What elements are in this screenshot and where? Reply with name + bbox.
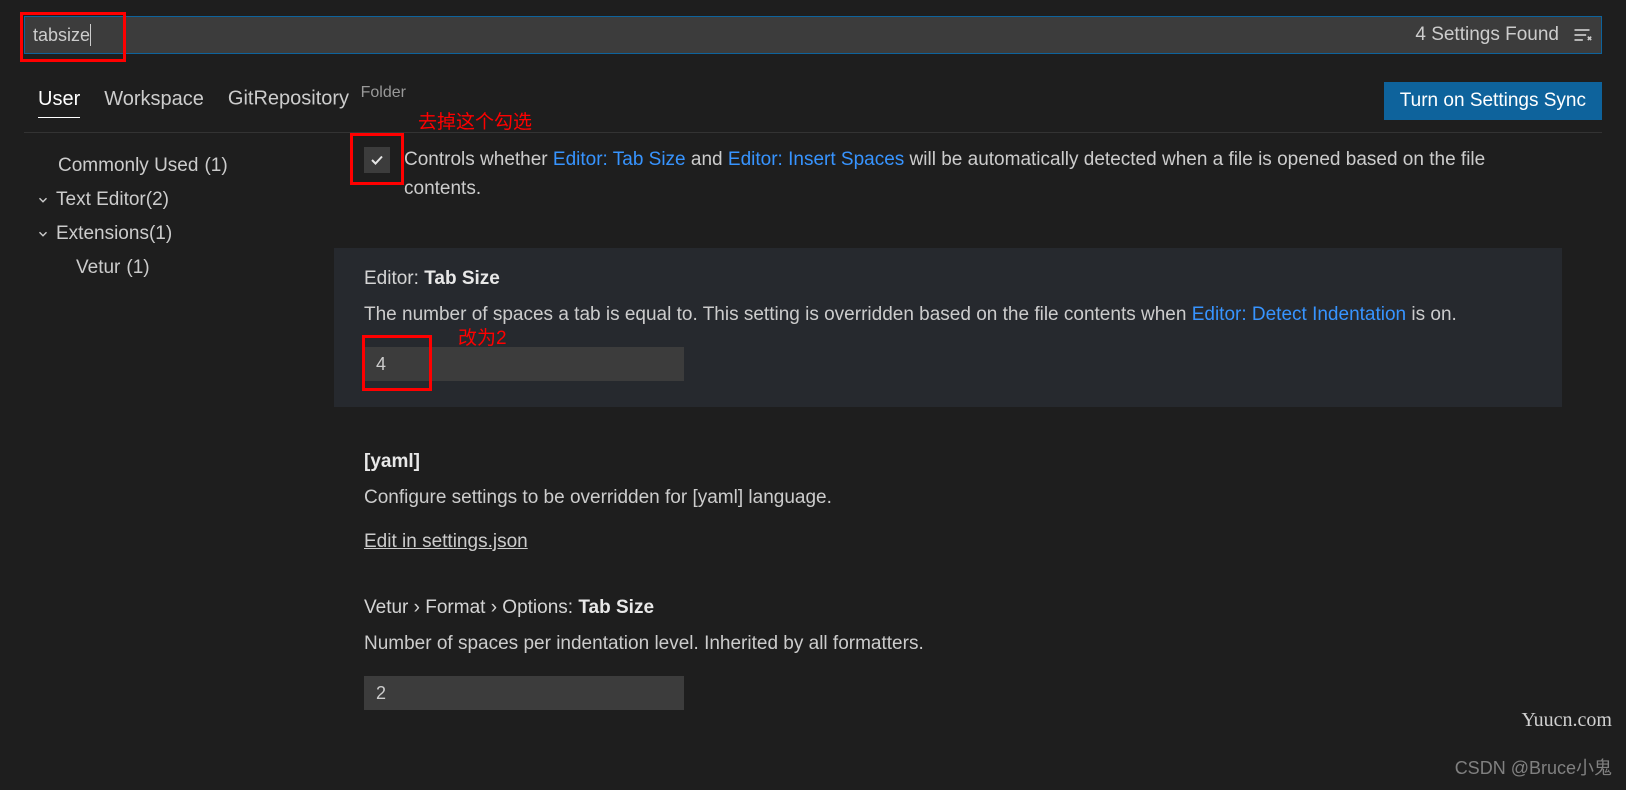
watermark-csdn: CSDN @Bruce小鬼	[1455, 754, 1612, 780]
link-editor-tab-size[interactable]: Editor: Tab Size	[553, 149, 686, 170]
settings-body: Commonly Used (1) Text Editor (2) Extens…	[24, 132, 1602, 790]
tab-size-input[interactable]	[364, 347, 684, 381]
setting-detect-indentation: Controls whether Editor: Tab Size and Ed…	[334, 145, 1562, 204]
text: Controls whether	[404, 149, 553, 170]
setting-yaml-language: [yaml] Configure settings to be overridd…	[334, 451, 1562, 552]
tab-folder-scope: Folder	[361, 84, 406, 101]
watermark-yuucn: Yuucn.com	[1521, 709, 1612, 732]
tab-folder[interactable]: GitRepository Folder	[228, 84, 406, 117]
checkmark-icon	[369, 152, 385, 168]
settings-list[interactable]: Controls whether Editor: Tab Size and Ed…	[324, 133, 1602, 790]
settings-sync-button[interactable]: Turn on Settings Sync	[1384, 82, 1602, 120]
link-editor-insert-spaces[interactable]: Editor: Insert Spaces	[728, 149, 904, 170]
setting-editor-tab-size: Editor: Tab Size The number of spaces a …	[334, 248, 1562, 407]
setting-title: Editor: Tab Size	[364, 268, 1532, 290]
setting-description: Configure settings to be overridden for …	[364, 483, 1532, 512]
search-result-count: 4 Settings Found	[1403, 24, 1571, 46]
edit-in-settings-json-link[interactable]: Edit in settings.json	[364, 531, 528, 552]
tab-workspace[interactable]: Workspace	[104, 88, 204, 117]
tabs-row: User Workspace GitRepository Folder Turn…	[24, 82, 1602, 120]
toc-extensions[interactable]: Extensions (1)	[24, 217, 324, 251]
toc-count: (1)	[204, 155, 227, 177]
text: and	[686, 149, 728, 170]
toc-label: Commonly Used	[58, 155, 198, 177]
chevron-down-icon	[34, 227, 52, 241]
toc-text-editor[interactable]: Text Editor (2)	[24, 183, 324, 217]
setting-description: Controls whether Editor: Tab Size and Ed…	[404, 145, 1532, 204]
toc-label: Extensions	[56, 223, 149, 245]
setting-name: [yaml]	[364, 451, 420, 472]
tab-user[interactable]: User	[38, 88, 80, 118]
setting-name: Tab Size	[424, 268, 500, 289]
settings-editor: tabsize 4 Settings Found User Workspace …	[0, 0, 1626, 790]
toc-label: Vetur	[76, 257, 120, 279]
tab-folder-label: GitRepository	[228, 88, 349, 110]
setting-title: [yaml]	[364, 451, 1532, 473]
setting-name: Tab Size	[578, 597, 654, 618]
setting-vetur-tab-size: Vetur › Format › Options: Tab Size Numbe…	[334, 597, 1562, 710]
toc-count: (1)	[126, 257, 149, 279]
filter-icon[interactable]	[1571, 24, 1593, 46]
detect-indentation-checkbox[interactable]	[364, 147, 390, 173]
toc-count: (2)	[146, 189, 169, 211]
setting-category: Editor:	[364, 268, 424, 289]
toc-label: Text Editor	[56, 189, 146, 211]
link-detect-indentation[interactable]: Editor: Detect Indentation	[1192, 304, 1406, 325]
search-wrap[interactable]: tabsize 4 Settings Found	[24, 16, 1602, 54]
vetur-tab-size-input[interactable]	[364, 676, 684, 710]
toc-count: (1)	[149, 223, 172, 245]
toc-vetur[interactable]: Vetur (1)	[24, 251, 324, 285]
scope-tabs: User Workspace GitRepository Folder	[24, 84, 406, 118]
setting-description: The number of spaces a tab is equal to. …	[364, 300, 1532, 329]
setting-title: Vetur › Format › Options: Tab Size	[364, 597, 1532, 619]
search-row: tabsize 4 Settings Found	[24, 16, 1602, 54]
toc-commonly-used[interactable]: Commonly Used (1)	[24, 149, 324, 183]
text: The number of spaces a tab is equal to. …	[364, 304, 1192, 325]
setting-category: Vetur › Format › Options:	[364, 597, 578, 618]
settings-toc: Commonly Used (1) Text Editor (2) Extens…	[24, 133, 324, 790]
text: is on.	[1406, 304, 1457, 325]
chevron-down-icon	[34, 193, 52, 207]
setting-description: Number of spaces per indentation level. …	[364, 629, 1532, 658]
